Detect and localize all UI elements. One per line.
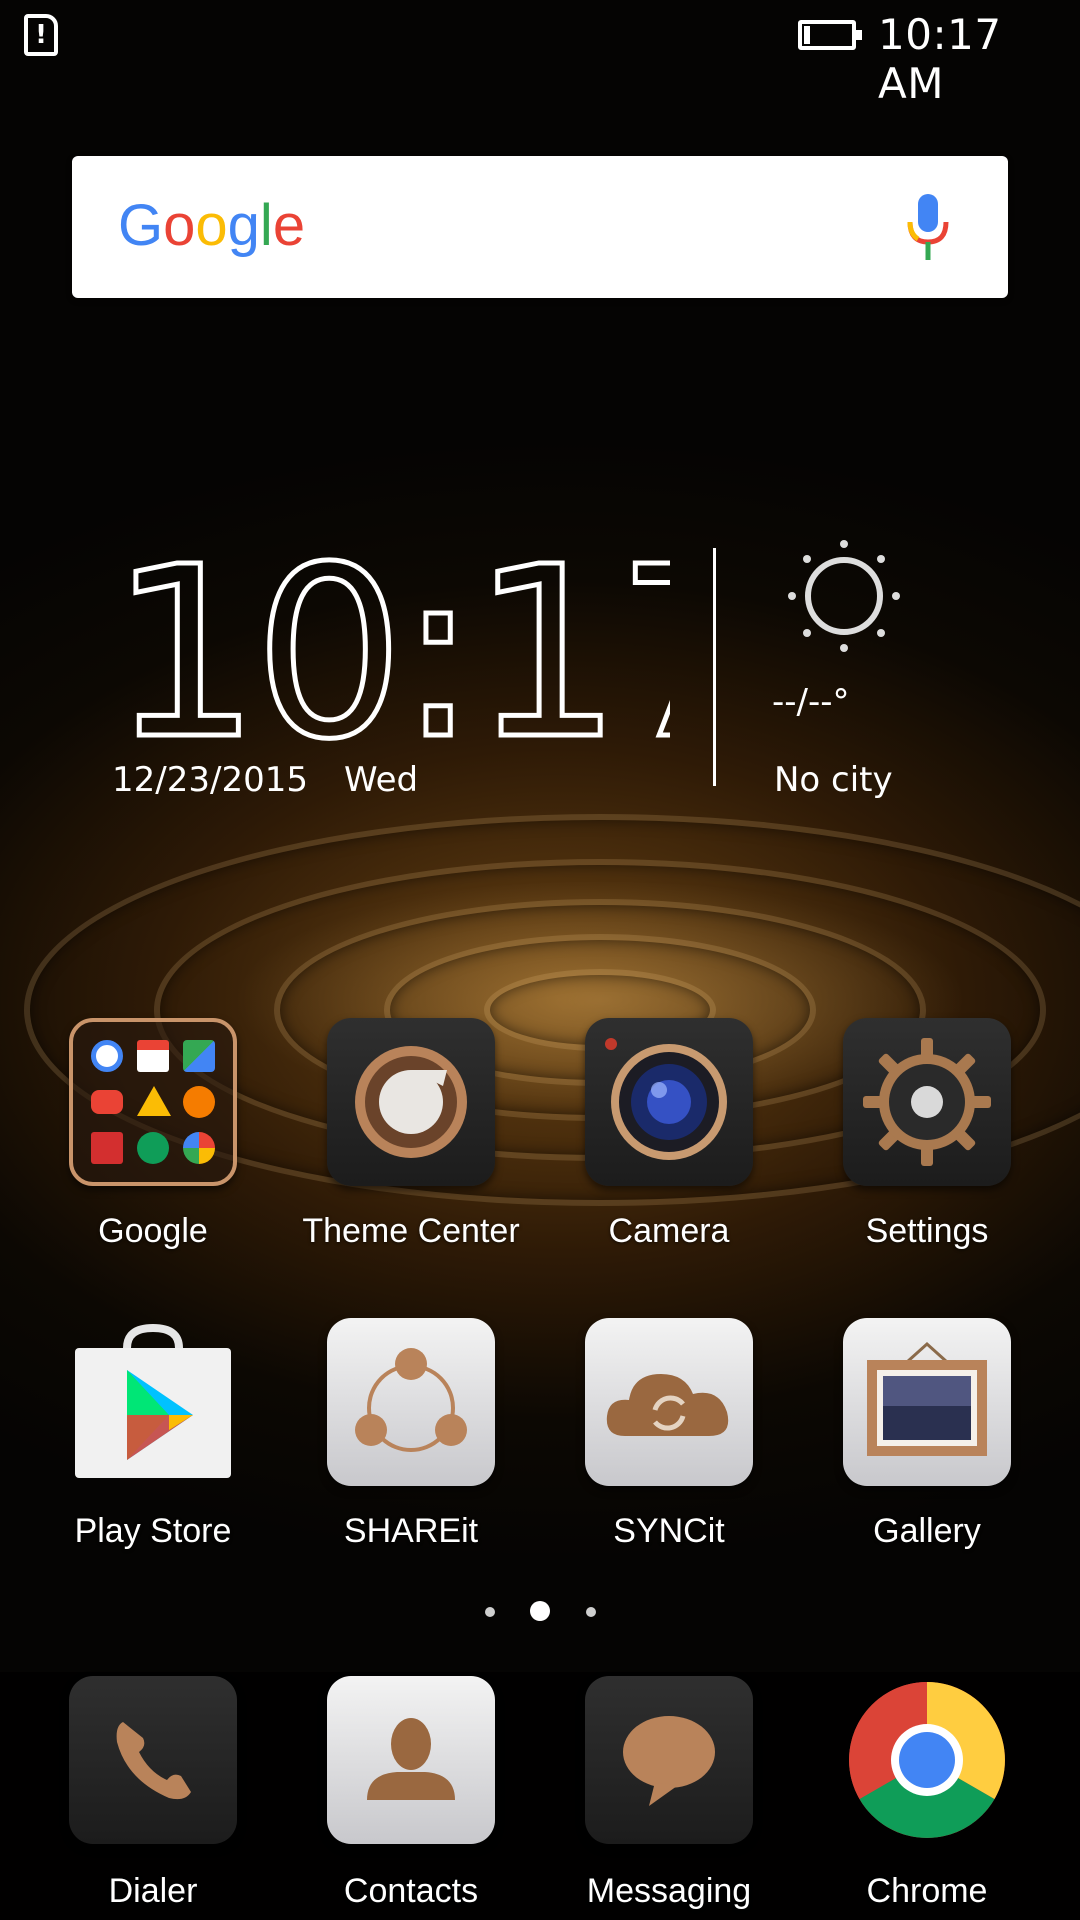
widget-divider [713, 548, 716, 786]
play-store-icon [69, 1318, 237, 1486]
clock-time-text: 10:17 [110, 540, 670, 750]
google-folder-icon [69, 1018, 237, 1186]
chat-bubble-icon [585, 1676, 753, 1844]
google-g-icon [91, 1040, 123, 1072]
app-label: SHAREit [343, 1512, 479, 1550]
google-logo-letter: g [227, 193, 260, 258]
app-label: Google [98, 1212, 208, 1250]
battery-icon [798, 20, 862, 50]
app-label: Camera [608, 1212, 730, 1250]
youtube-icon [91, 1090, 123, 1114]
status-bar: ! 10:17 AM [0, 0, 1080, 108]
google-logo-letter: e [272, 193, 306, 258]
app-label: Play Store [74, 1512, 232, 1550]
clock-day: Wed [344, 760, 419, 800]
google-logo-letter: l [259, 193, 273, 258]
sim-alert-icon: ! [24, 14, 58, 56]
app-label: Dialer [108, 1872, 198, 1910]
clock-date: 12/23/2015 [112, 760, 308, 800]
app-gallery[interactable]: Gallery [802, 1318, 1052, 1551]
theme-center-glyph [355, 1046, 467, 1158]
phone-glyph [116, 1722, 191, 1800]
person-icon [327, 1676, 495, 1844]
app-settings[interactable]: Settings [802, 1018, 1052, 1251]
app-label: Gallery [873, 1512, 981, 1550]
sun-icon [788, 540, 900, 652]
google-search-bar[interactable]: Google [72, 156, 1008, 298]
app-label: Contacts [343, 1872, 479, 1910]
chrome-icon [843, 1676, 1011, 1844]
dock: Dialer Contacts Messaging Chrome [0, 1672, 1080, 1920]
app-theme-center[interactable]: Theme Center [286, 1018, 536, 1251]
gmail-icon [137, 1040, 169, 1072]
cloud-sync-glyph [606, 1374, 729, 1436]
picture-frame-glyph [867, 1341, 987, 1456]
app-label: Settings [865, 1212, 989, 1250]
app-chrome[interactable]: Chrome [802, 1676, 1052, 1911]
maps-icon [183, 1040, 215, 1072]
battery-level-fill [804, 26, 810, 44]
app-dialer[interactable]: Dialer [28, 1676, 278, 1911]
app-label: Chrome [866, 1872, 988, 1910]
google-logo-letter: o [195, 193, 228, 258]
clock-time: 10:17 [110, 540, 670, 750]
page-dot-current[interactable] [530, 1601, 550, 1621]
mic-icon[interactable] [904, 194, 952, 262]
hangouts-icon [137, 1132, 169, 1164]
page-dot[interactable] [485, 1607, 495, 1617]
app-google-folder[interactable]: Google [28, 1018, 278, 1251]
shareit-icon [327, 1318, 495, 1486]
play-music-icon [183, 1086, 215, 1118]
chrome-glyph [849, 1682, 1005, 1838]
app-label: Theme Center [302, 1212, 520, 1250]
chat-bubble-glyph [623, 1716, 715, 1806]
gear-glyph [863, 1038, 991, 1166]
clock-weather-widget[interactable]: 10:17 12/23/2015 Wed --/--° No city [0, 520, 1080, 820]
phone-icon [69, 1676, 237, 1844]
person-glyph [367, 1718, 455, 1800]
status-time: 10:17 AM [878, 10, 1002, 108]
page-dot[interactable] [586, 1607, 596, 1617]
camera-lens-glyph [605, 1038, 727, 1160]
camera-icon [585, 1018, 753, 1186]
cloud-sync-icon [585, 1318, 753, 1486]
app-play-store[interactable]: Play Store [28, 1318, 278, 1551]
weather-city: No city [774, 760, 893, 800]
app-syncit[interactable]: SYNCit [544, 1318, 794, 1551]
app-label: SYNCit [613, 1512, 725, 1550]
picture-frame-icon [843, 1318, 1011, 1486]
app-contacts[interactable]: Contacts [286, 1676, 536, 1911]
play-store-bag-glyph [75, 1323, 231, 1478]
app-camera[interactable]: Camera [544, 1018, 794, 1251]
google-logo: Google [118, 192, 305, 259]
shareit-glyph [355, 1348, 467, 1452]
google-logo-letter: G [118, 193, 164, 258]
google-logo-letter: o [163, 193, 196, 258]
app-messaging[interactable]: Messaging [544, 1676, 794, 1911]
gear-icon [843, 1018, 1011, 1186]
photos-icon [183, 1132, 215, 1164]
home-screen: ! 10:17 AM Google 10:17 12/23/2015 Wed [0, 0, 1080, 1920]
drive-icon [137, 1086, 171, 1116]
play-movies-icon [91, 1132, 123, 1164]
theme-center-icon [327, 1018, 495, 1186]
app-shareit[interactable]: SHAREit [286, 1318, 536, 1551]
app-label: Messaging [586, 1872, 752, 1910]
weather-temperature: --/--° [772, 682, 850, 722]
